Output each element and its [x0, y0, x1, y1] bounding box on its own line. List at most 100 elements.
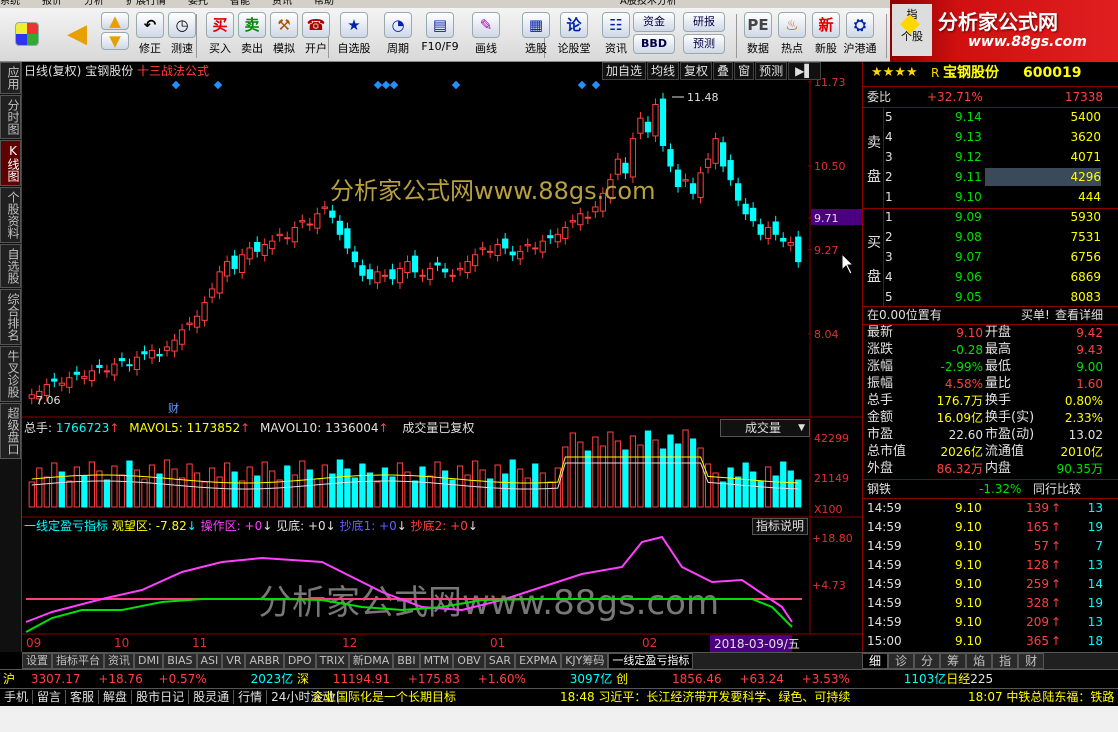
indicator-tab[interactable]: 资讯: [104, 653, 134, 669]
menu-item[interactable]: 分析: [84, 0, 104, 7]
menu-item[interactable]: 帮助: [314, 0, 334, 7]
clock-button[interactable]: ◷ 测速: [162, 10, 202, 60]
news-tab[interactable]: 解盘: [99, 690, 133, 704]
left-tab[interactable]: 个股资料: [0, 187, 21, 243]
scroll-buttons[interactable]: ▲ ▼: [100, 10, 130, 60]
menu-item[interactable]: 扩展行情: [126, 0, 166, 7]
menu-item[interactable]: 系统: [0, 0, 20, 7]
fund-button[interactable]: 资金 BBD: [632, 10, 676, 60]
chart-button[interactable]: 加自选: [602, 62, 647, 80]
chevron-down-icon: ▼: [798, 423, 805, 433]
news-tab[interactable]: 股灵通: [189, 690, 235, 704]
menu-item[interactable]: 资讯: [272, 0, 292, 7]
indicator-tab[interactable]: SAR: [484, 653, 516, 669]
indicator-tab[interactable]: DMI: [134, 653, 164, 669]
buy-level: 3 9.07 6756: [885, 250, 1101, 264]
indicator-tab[interactable]: BBI: [393, 653, 420, 669]
sse-button[interactable]: ⛭ 沪港通: [840, 10, 880, 60]
right-tab[interactable]: 财: [1018, 653, 1045, 669]
news-item[interactable]: 18:07 中铁总陆东福：铁路: [968, 689, 1114, 706]
right-tab[interactable]: 分: [914, 653, 941, 669]
volume-bar: [569, 432, 576, 508]
chart-button[interactable]: 叠: [713, 62, 734, 80]
left-tab[interactable]: 综合排名: [0, 289, 21, 345]
indicator-tab[interactable]: KJY筹码: [561, 653, 609, 669]
indicator-tab[interactable]: ARBR: [245, 653, 284, 669]
indicator-help-button[interactable]: 指标说明: [752, 518, 808, 535]
signal-marker: [451, 80, 461, 90]
left-tab[interactable]: 牛叉诊股: [0, 346, 21, 402]
candle-body: [193, 315, 201, 328]
left-tab[interactable]: 应用: [0, 62, 21, 94]
pen-button[interactable]: ✎ 画线: [466, 10, 506, 60]
buy-order-link[interactable]: 买单!: [1021, 306, 1050, 324]
indicator-tab[interactable]: ASI: [196, 653, 223, 669]
indicator-tab[interactable]: OBV: [453, 653, 485, 669]
indicator-tab[interactable]: TRIX: [315, 653, 349, 669]
date-axis-label: 11: [192, 636, 207, 650]
indicator-tab[interactable]: EXPMA: [515, 653, 562, 669]
chart-button[interactable]: 窗: [734, 62, 755, 80]
left-tab[interactable]: 超级盘口: [0, 403, 21, 459]
news-tab[interactable]: 留言: [33, 690, 67, 704]
menu-item[interactable]: 智能: [230, 0, 250, 7]
news-item[interactable]: 18:48 习近平：长江经济带开发要科学、绿色、可持续: [560, 689, 850, 706]
filter-button[interactable]: ▦ 选股: [516, 10, 556, 60]
chart-button[interactable]: 均线: [647, 62, 680, 80]
research-button[interactable]: 研报 预测: [682, 10, 726, 60]
detail-link[interactable]: 查看详细: [1055, 306, 1103, 324]
news-tab[interactable]: 客服: [66, 690, 100, 704]
volume-bar: [321, 464, 328, 508]
sell-level: 4 9.13 3620: [885, 130, 1101, 144]
layout-button[interactable]: [10, 10, 44, 60]
candle-body: [58, 382, 65, 386]
chart-button[interactable]: 预测: [755, 62, 788, 80]
low-price-label: 7.06: [36, 394, 61, 407]
right-tab[interactable]: 诊: [888, 653, 915, 669]
indicator-tab[interactable]: 设置: [22, 653, 52, 669]
date-axis-label: 10: [114, 636, 129, 650]
left-tab[interactable]: 自选股: [0, 244, 21, 288]
news-button[interactable]: ☷ 资讯: [596, 10, 636, 60]
menu-item[interactable]: 委托: [188, 0, 208, 7]
indicator-tab[interactable]: 指标平台: [52, 653, 104, 669]
account-button[interactable]: ☎ 开户: [296, 10, 336, 60]
indicator-tab[interactable]: BIAS: [163, 653, 197, 669]
indicator-tab[interactable]: MTM: [419, 653, 454, 669]
candle-body: [66, 377, 73, 388]
candle-body: [674, 169, 682, 187]
news-tab[interactable]: 手机: [0, 690, 34, 704]
collapse-icon[interactable]: ▶▌: [788, 62, 821, 80]
indicator-tab[interactable]: DPO: [283, 653, 316, 669]
back-button[interactable]: ◀: [60, 10, 94, 60]
f10-button[interactable]: ▤ F10/F9: [420, 10, 460, 60]
candle-body: [644, 121, 652, 133]
news-tab[interactable]: 股市日记: [132, 690, 190, 704]
candle-body: [254, 241, 261, 252]
period-button[interactable]: ◔ 周期: [378, 10, 418, 60]
sse-icon: ⛭: [846, 12, 874, 38]
candle-body: [88, 370, 96, 381]
chart-button[interactable]: 复权: [680, 62, 713, 80]
forum-button[interactable]: 论论股堂: [554, 10, 594, 60]
left-tab[interactable]: 分时图: [0, 95, 21, 139]
candle-body: [539, 240, 546, 253]
menu-item[interactable]: 报价: [42, 0, 62, 7]
sector-compare-button[interactable]: 同行比较: [1033, 480, 1081, 498]
kline-chart-area[interactable]: 11.7310.509.719.278.044229921149X100+18.…: [22, 62, 862, 652]
news-item[interactable]: 企业国际化是一个长期目标: [312, 689, 456, 706]
right-tab[interactable]: 筹: [940, 653, 967, 669]
toolbar-label: 资讯: [605, 42, 627, 55]
news-tab[interactable]: 行情: [234, 690, 268, 704]
right-tab[interactable]: 指: [992, 653, 1019, 669]
right-tab[interactable]: 焰: [966, 653, 993, 669]
indicator-tab[interactable]: 一线定盈亏指标: [608, 653, 694, 669]
volume-select[interactable]: 成交量 ▼: [720, 419, 810, 437]
star-button[interactable]: ★ 自选股: [334, 10, 374, 60]
price-axis-label: 8.04: [814, 328, 839, 341]
chart-period: 日线(复权): [24, 64, 82, 78]
indicator-tab[interactable]: 新DMA: [348, 653, 394, 669]
right-tab[interactable]: 细: [862, 653, 889, 669]
left-tab[interactable]: K线图: [0, 140, 21, 186]
indicator-tab[interactable]: VR: [222, 653, 246, 669]
